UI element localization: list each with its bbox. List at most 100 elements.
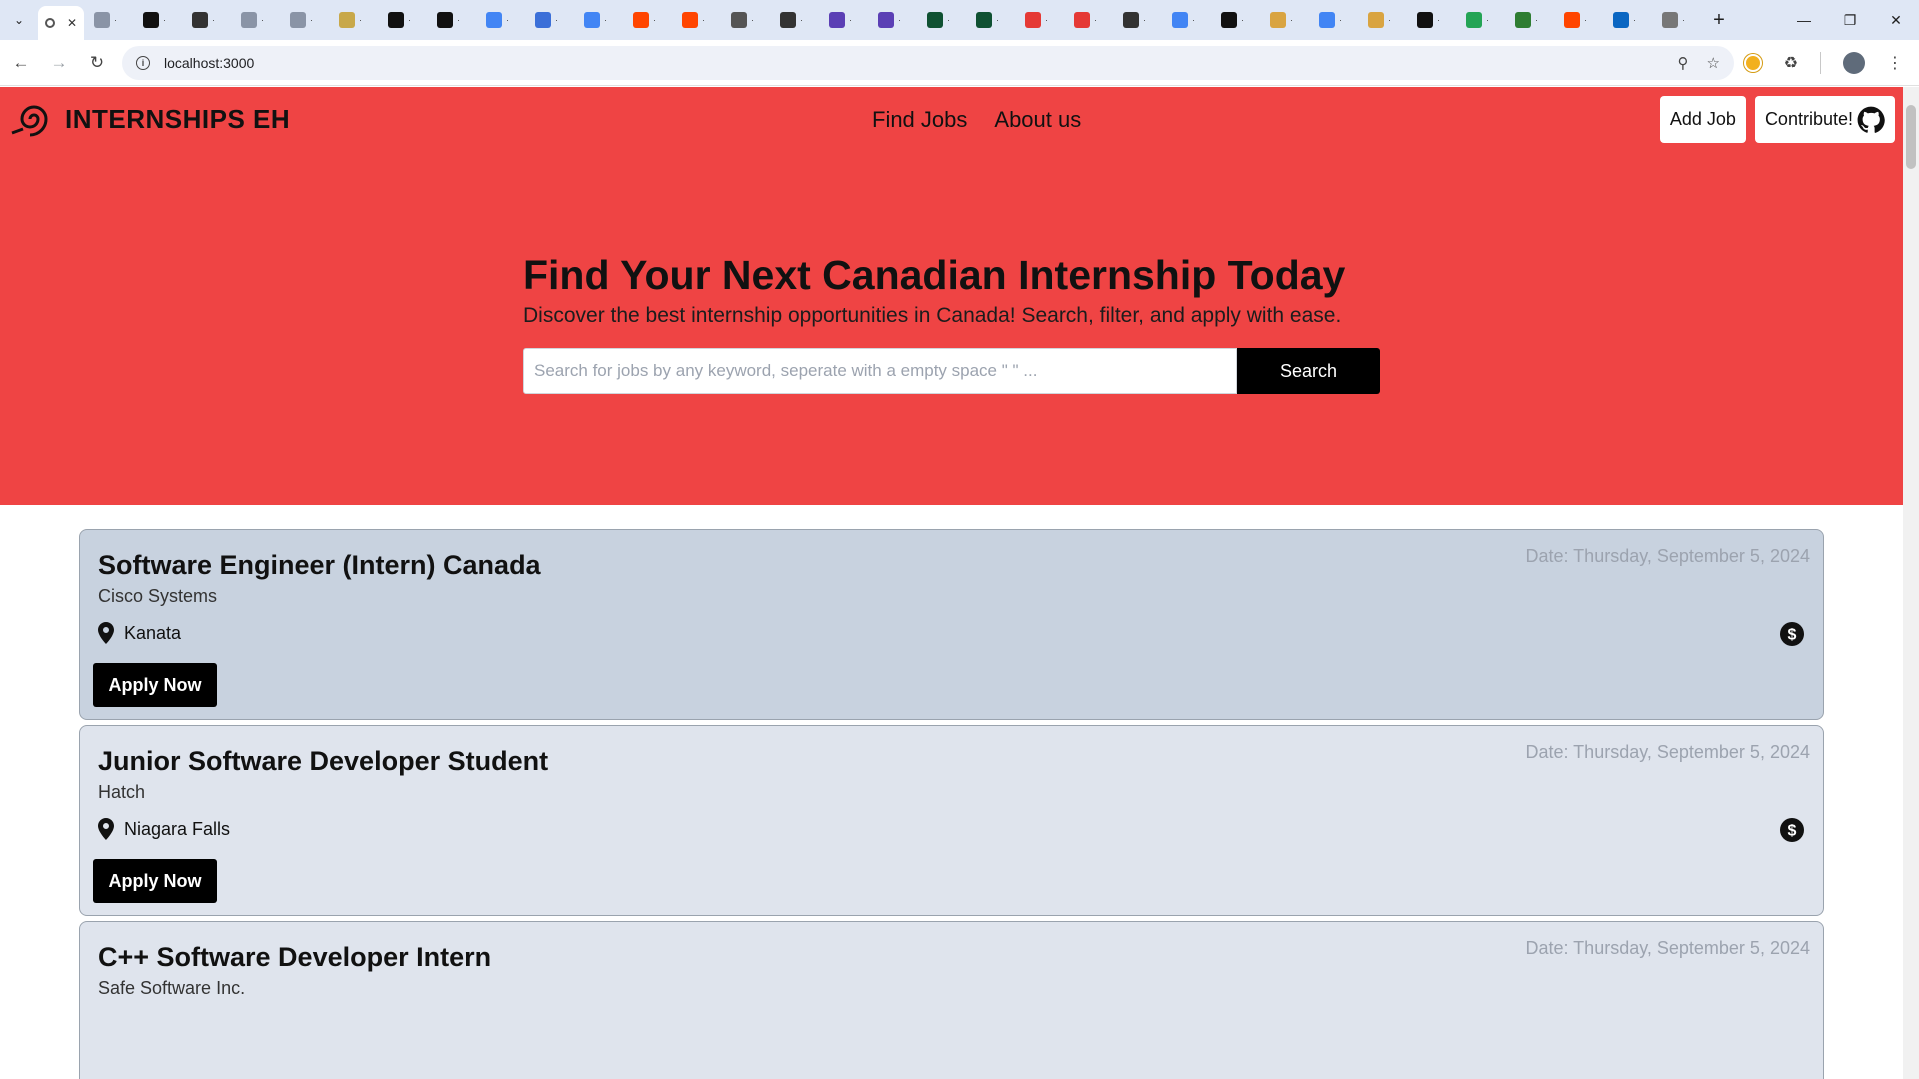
apply-now-button[interactable]: Apply Now — [93, 663, 217, 707]
close-window-icon[interactable]: ✕ — [1873, 0, 1919, 40]
search-input[interactable] — [523, 348, 1237, 394]
browser-tab[interactable]: · — [1456, 0, 1505, 40]
browser-tab[interactable]: · — [84, 0, 133, 40]
tab-title-fragment: · — [359, 15, 362, 25]
browser-tab[interactable]: · — [182, 0, 231, 40]
extension-icon[interactable] — [1743, 54, 1762, 72]
job-card[interactable]: Software Engineer (Intern) Canada Cisco … — [79, 529, 1824, 720]
restore-icon[interactable]: ❐ — [1827, 0, 1873, 40]
tab-favicon-icon — [633, 12, 649, 28]
browser-tab[interactable]: · — [868, 0, 917, 40]
close-tab-icon[interactable]: ✕ — [67, 16, 77, 30]
location-pin-icon — [98, 818, 114, 840]
contribute-button[interactable]: Contribute! — [1754, 96, 1895, 143]
tab-favicon-icon — [486, 12, 502, 28]
browser-tab[interactable]: · — [329, 0, 378, 40]
tab-title-fragment: · — [212, 15, 215, 25]
zoom-icon[interactable]: ⚲ — [1678, 54, 1689, 72]
browser-tab[interactable]: · — [525, 0, 574, 40]
search-button[interactable]: Search — [1237, 348, 1380, 394]
browser-tab[interactable]: · — [623, 0, 672, 40]
browser-tab[interactable]: · — [1309, 0, 1358, 40]
browser-tab[interactable]: · — [1358, 0, 1407, 40]
job-location-text: Niagara Falls — [124, 818, 231, 839]
browser-tab[interactable]: · — [770, 0, 819, 40]
tab-title-fragment: · — [1388, 15, 1391, 25]
browser-tab[interactable]: · — [231, 0, 280, 40]
job-card[interactable]: C++ Software Developer Intern Safe Softw… — [79, 921, 1824, 1079]
tab-title-fragment: · — [653, 15, 656, 25]
tab-favicon-icon — [1221, 12, 1237, 28]
hero-title: Find Your Next Canadian Internship Today — [523, 252, 1346, 298]
location-pin-icon — [98, 622, 114, 644]
tab-favicon-icon — [780, 12, 796, 28]
browser-tab[interactable]: · — [966, 0, 1015, 40]
browser-tab[interactable]: · — [672, 0, 721, 40]
tab-favicon-icon — [976, 12, 992, 28]
nav-about-us[interactable]: About us — [994, 107, 1081, 133]
tab-title-fragment: · — [457, 15, 460, 25]
browser-tab[interactable]: · — [574, 0, 623, 40]
github-icon — [1857, 106, 1885, 133]
browser-tab[interactable]: · — [280, 0, 329, 40]
site-info-icon[interactable]: i — [136, 56, 150, 70]
new-tab-button[interactable]: + — [1701, 0, 1737, 40]
tab-title-fragment: · — [1535, 15, 1538, 25]
loading-favicon-icon — [45, 18, 55, 28]
forward-icon[interactable]: → — [42, 46, 76, 80]
tab-title-fragment: · — [114, 15, 117, 25]
tab-title-fragment: · — [408, 15, 411, 25]
minimize-icon[interactable]: — — [1781, 0, 1827, 40]
browser-menu-icon[interactable]: ⋮ — [1887, 53, 1903, 73]
address-bar[interactable]: i localhost:3000 ⚲ ☆ — [122, 46, 1734, 80]
job-location-text: Kanata — [124, 622, 182, 643]
brand[interactable]: INTERNSHIPS EH — [9, 99, 290, 139]
browser-tab[interactable]: · — [1015, 0, 1064, 40]
tab-title-fragment: · — [1584, 15, 1587, 25]
browser-tab[interactable]: · — [378, 0, 427, 40]
page-viewport: INTERNSHIPS EH Find Jobs About us Add Jo… — [0, 87, 1919, 1079]
tab-favicon-icon — [584, 12, 600, 28]
tab-search-chevron-icon[interactable]: ⌄ — [0, 0, 38, 40]
tab-favicon-icon — [731, 12, 747, 28]
page-scrollbar[interactable] — [1903, 87, 1919, 1079]
active-tab[interactable]: ✕ — [38, 6, 84, 40]
browser-tab[interactable]: · — [1260, 0, 1309, 40]
browser-tab[interactable]: · — [1603, 0, 1652, 40]
puzzle-extensions-icon[interactable]: ♻ — [1784, 53, 1798, 73]
job-company: Safe Software Inc. — [98, 978, 246, 998]
browser-tab[interactable]: · — [427, 0, 476, 40]
browser-tab[interactable]: · — [1505, 0, 1554, 40]
url-text[interactable]: localhost:3000 — [164, 55, 254, 71]
reload-icon[interactable]: ↻ — [80, 46, 114, 80]
browser-tab[interactable]: · — [1113, 0, 1162, 40]
add-job-button[interactable]: Add Job — [1659, 96, 1746, 143]
job-title[interactable]: Software Engineer (Intern) Canada — [98, 550, 541, 581]
tab-favicon-icon — [437, 12, 453, 28]
browser-tab[interactable]: · — [1407, 0, 1456, 40]
browser-tab[interactable]: · — [1652, 0, 1701, 40]
browser-tab[interactable]: · — [1064, 0, 1113, 40]
job-title[interactable]: Junior Software Developer Student — [98, 746, 548, 777]
back-icon[interactable]: ← — [4, 46, 38, 80]
job-card[interactable]: Junior Software Developer Student Hatch … — [79, 725, 1824, 916]
browser-tab[interactable]: · — [133, 0, 182, 40]
browser-tab[interactable]: · — [819, 0, 868, 40]
browser-tab[interactable]: · — [1554, 0, 1603, 40]
job-title[interactable]: C++ Software Developer Intern — [98, 942, 491, 973]
header-actions: Add Job Contribute! — [1659, 96, 1895, 143]
apply-now-button[interactable]: Apply Now — [93, 859, 217, 903]
tab-favicon-icon — [388, 12, 404, 28]
scrollbar-thumb[interactable] — [1906, 105, 1916, 169]
tab-title-fragment: · — [947, 15, 950, 25]
hero-subtitle: Discover the best internship opportuniti… — [523, 304, 1342, 327]
bookmark-star-icon[interactable]: ☆ — [1707, 54, 1720, 72]
profile-avatar[interactable] — [1843, 52, 1865, 74]
browser-tab[interactable]: · — [476, 0, 525, 40]
nav-find-jobs[interactable]: Find Jobs — [872, 107, 967, 133]
browser-tab[interactable]: · — [1162, 0, 1211, 40]
browser-tab[interactable]: · — [1211, 0, 1260, 40]
browser-tab[interactable]: · — [721, 0, 770, 40]
browser-tab[interactable]: · — [917, 0, 966, 40]
tab-favicon-icon — [1613, 12, 1629, 28]
